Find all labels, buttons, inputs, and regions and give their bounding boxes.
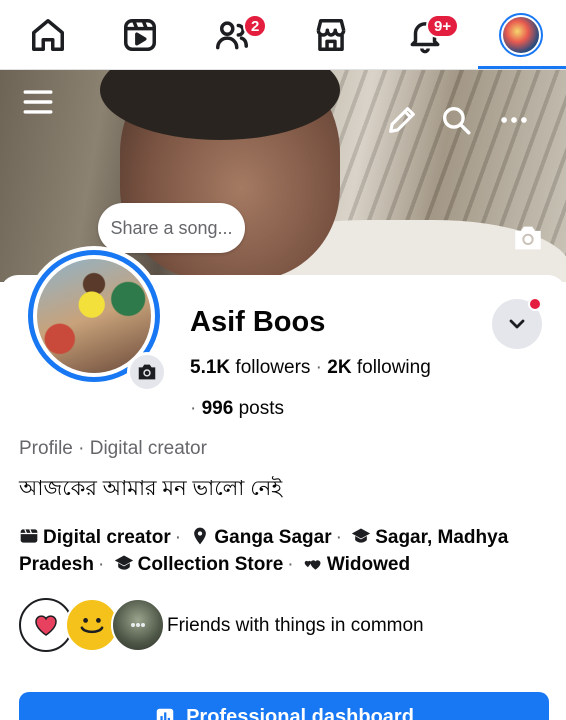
video-tab[interactable] [115,10,165,60]
location-icon [194,527,207,545]
friends-in-common[interactable]: Friends with things in common [19,598,559,652]
professional-dashboard-label: Professional dashboard [186,705,414,720]
edit-button[interactable] [382,100,422,140]
menu-icon [23,90,53,114]
separator-dot: · [287,554,294,575]
followers-label: followers [230,357,311,378]
followers-count: 5.1K [190,357,231,378]
detail-relationship[interactable]: Widowed [303,554,410,575]
profile-name: Asif Boos [190,306,326,338]
following-count: 2K [327,357,352,378]
camera-icon [515,226,541,250]
search-icon [442,106,471,135]
separator-dot: · [97,554,105,575]
detail-education-2[interactable]: Collection Store [114,554,284,575]
share-song-bubble[interactable]: Share a song... [98,203,245,253]
search-button[interactable] [436,100,476,140]
home-icon [32,19,64,51]
detail-label: Widowed [326,554,411,575]
more-icon [501,117,527,123]
graduation-cap-icon [352,528,371,543]
friends-in-common-label: Friends with things in common [167,615,424,636]
following-link[interactable]: 2K following [327,357,431,378]
notifications-badge: 9+ [426,14,460,38]
detail-location[interactable]: Ganga Sagar [190,527,332,548]
professional-dashboard-button[interactable]: Professional dashboard [19,692,549,720]
chevron-down-icon [509,319,525,329]
cover-camera-button[interactable] [506,218,550,258]
detail-label: Collection Store [137,554,284,575]
friends-badge: 2 [243,14,268,38]
posts-stats[interactable]: · 996 posts [190,398,284,420]
video-icon [124,19,156,51]
camera-icon [138,364,156,380]
clapper-icon [20,529,38,543]
posts-count: 996 [201,398,234,419]
profile-bio: আজকের আমার মন ভালো নেই [19,477,283,500]
heart-icon [304,560,321,570]
separator-dot: · [190,398,202,419]
graduation-cap-icon [114,555,133,570]
more-button[interactable] [494,100,534,140]
detail-label: Ganga Sagar [214,527,332,548]
detail-label: Digital creator [43,527,171,548]
follow-stats: 5.1K followers · 2K following [190,357,431,379]
detail-digital-creator[interactable]: Digital creator [19,527,171,548]
separator-dot: · [174,527,182,548]
notification-dot [528,297,542,311]
profile-details: Digital creator · Ganga Sagar · Sagar, Mad… [19,524,549,578]
followers-link[interactable]: 5.1K followers [190,357,310,378]
top-nav: 2 9+ [0,0,566,70]
marketplace-tab[interactable] [306,10,356,60]
posts-label: posts [233,398,285,419]
profile-avatar-icon [499,13,543,57]
separator-dot: · [315,357,328,378]
following-label: following [351,357,431,378]
dashboard-icon [156,708,174,720]
profile-camera-button[interactable] [127,352,167,392]
separator-dot: · [335,527,342,548]
menu-button[interactable] [18,82,58,122]
edit-icon [389,107,415,133]
active-tab-indicator [478,66,566,69]
home-tab[interactable] [23,10,73,60]
friends-tab[interactable]: 2 [207,10,268,60]
marketplace-icon [316,19,346,51]
notifications-tab[interactable]: 9+ [400,10,460,60]
profile-tab[interactable] [496,10,546,60]
profile-category: Profile · Digital creator [19,438,207,459]
friend-avatar [111,598,165,652]
